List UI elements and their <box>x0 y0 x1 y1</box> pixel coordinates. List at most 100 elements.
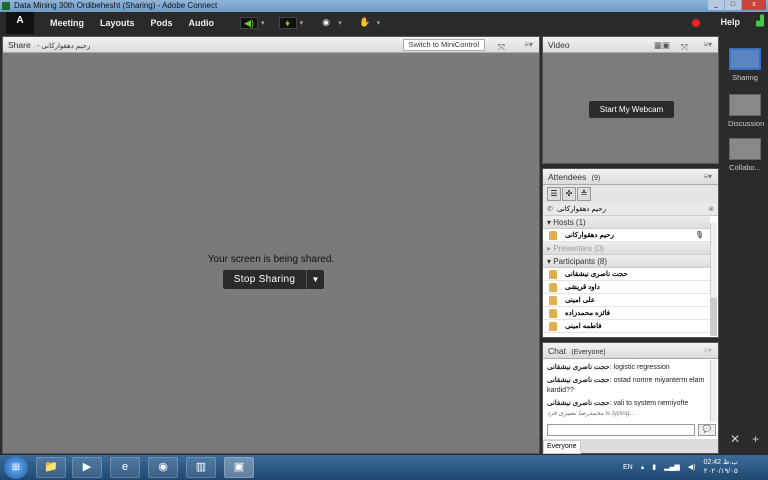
presenters-group[interactable]: ▸ Presenters (0) <box>543 242 710 255</box>
share-pod: Share - رحیم دهقوارکانی Switch to MiniCo… <box>2 36 540 454</box>
attendees-scrollbar[interactable] <box>710 223 717 336</box>
chevron-down-icon[interactable]: ▼ <box>306 270 324 289</box>
network-icon[interactable]: ▮ <box>652 463 656 471</box>
typing-indicator: محمدرضا نصیری فرد is typing... <box>547 410 635 417</box>
stop-sharing-button[interactable]: Stop Sharing ▼ <box>223 270 324 289</box>
maximize-button[interactable]: □ <box>725 0 741 10</box>
menu-pods[interactable]: Pods <box>151 18 173 28</box>
attendees-count: (9) <box>591 175 601 182</box>
my-name: رحیم دهقوارکانی <box>557 206 606 213</box>
window-titlebar: Data Mining 30th Ordibehesht (Sharing) -… <box>0 0 768 12</box>
attendee-row[interactable]: علی امینی <box>543 294 710 307</box>
help-menu[interactable]: Help <box>720 17 740 27</box>
internet-explorer-taskbar-icon[interactable]: e <box>110 457 140 478</box>
minimize-button[interactable]: _ <box>708 0 724 10</box>
add-layout-icon[interactable]: + <box>752 432 759 446</box>
start-webcam-button[interactable]: Start My Webcam <box>589 101 674 118</box>
chat-sender: حجت ناصری نیشقانی <box>547 377 610 384</box>
user-icon <box>549 322 557 331</box>
microphone-icon: 🎙 <box>695 232 704 239</box>
attendee-row[interactable]: رحیم دهقوارکانی 🎙 <box>543 229 710 242</box>
adobe-connect-taskbar-icon[interactable]: ▣ <box>224 457 254 478</box>
status-view-icon[interactable]: ≛ <box>577 187 591 201</box>
menu-meeting[interactable]: Meeting <box>50 18 84 28</box>
stop-sharing-label[interactable]: Stop Sharing <box>223 270 306 289</box>
pod-menu-icon[interactable]: ≡▾ <box>524 37 533 53</box>
start-button[interactable]: ⊞ <box>4 456 28 479</box>
menu-layouts[interactable]: Layouts <box>100 18 135 28</box>
layout-thumbnail <box>729 94 761 116</box>
chevron-down-icon[interactable]: ▾ <box>300 19 304 27</box>
participants-label: Participants (8) <box>553 257 608 266</box>
switch-to-minicontrol-button[interactable]: Switch to MiniControl <box>402 39 485 51</box>
hosts-group[interactable]: ▾ Hosts (1) <box>543 216 710 229</box>
layout-discussion[interactable]: Discussion <box>728 94 764 128</box>
speaker-icon: ◀) <box>240 17 259 29</box>
webcam-button[interactable]: ◉ ▾ <box>317 17 342 29</box>
speaker-button[interactable]: ◀) ▾ <box>240 17 265 29</box>
recording-indicator-icon[interactable] <box>692 19 700 27</box>
layouts-bar: Sharing Discussion Collabo... ✕ + <box>722 36 768 454</box>
pod-menu-icon[interactable]: ≡▾ <box>703 37 712 53</box>
chevron-down-icon[interactable]: ▾ <box>377 19 381 27</box>
fullscreen-icon[interactable]: ⤧ <box>498 39 505 55</box>
attendees-pod-title: Attendees <box>548 172 587 182</box>
participants-group[interactable]: ▾ Participants (8) <box>543 255 710 268</box>
fullscreen-icon[interactable]: ⤧ <box>681 39 688 55</box>
attendees-pod: Attendees (9) ≡▾ ☰ ✣ ≛ ✆ رحیم دهقوارکانی… <box>542 168 719 338</box>
volume-icon[interactable]: ◀) <box>688 463 696 471</box>
microphone-icon: ♦ <box>278 17 297 29</box>
chat-pod-title: Chat <box>548 346 566 356</box>
chat-text: : vali to system nemiyofte <box>609 400 689 407</box>
attendee-name: علی امینی <box>565 297 596 304</box>
clock[interactable]: 02:42 ب.ظ ۲۰۲۰/۱۹/۰۵ <box>704 458 738 476</box>
signal-icon[interactable]: ▂▄▆ <box>664 463 680 471</box>
list-view-icon[interactable]: ☰ <box>547 187 561 201</box>
microphone-button[interactable]: ♦ ▾ <box>278 17 304 29</box>
window-title: Data Mining 30th Ordibehesht (Sharing) -… <box>14 1 218 10</box>
user-icon <box>549 296 557 305</box>
manage-layouts-icon[interactable]: ✕ <box>730 432 740 446</box>
chat-message: حجت ناصری نیشقانی: logistic regression <box>547 363 705 373</box>
layout-sharing[interactable]: Sharing <box>728 48 762 82</box>
language-indicator[interactable]: EN <box>623 464 633 471</box>
layout-collaboration[interactable]: Collabo... <box>728 138 762 172</box>
chat-sender: حجت ناصری نیشقانی <box>547 400 610 407</box>
system-tray: EN ▴ ▮ ▂▄▆ ◀) 02:42 ب.ظ ۲۰۲۰/۱۹/۰۵ <box>623 458 738 476</box>
chat-message: حجت ناصری نیشقانی: vali to system nemiyo… <box>547 399 705 409</box>
send-message-button[interactable]: 💬 <box>698 424 716 436</box>
hosts-label: Hosts (1) <box>553 218 586 227</box>
chevron-down-icon[interactable]: ▾ <box>261 19 265 27</box>
attendee-row[interactable]: داود قریشی <box>543 281 710 294</box>
pod-menu-icon[interactable]: ≡▾ <box>703 343 712 359</box>
clear-status-icon[interactable]: ⊗ <box>708 203 714 216</box>
chat-text: : logistic regression <box>609 364 670 371</box>
attendee-name: فائزه محمدزاده <box>565 310 611 317</box>
chat-scrollbar[interactable] <box>710 360 717 422</box>
breakout-view-icon[interactable]: ✣ <box>562 187 576 201</box>
user-icon <box>549 270 557 279</box>
chat-messages: حجت ناصری نیشقانی: logistic regression ح… <box>543 360 709 422</box>
grid-view-icon[interactable]: ▦▣ <box>654 37 670 53</box>
user-icon <box>549 309 557 318</box>
menu-audio[interactable]: Audio <box>189 18 215 28</box>
attendee-row[interactable]: حجت ناصری نیشقانی <box>543 268 710 281</box>
pod-menu-icon[interactable]: ≡▾ <box>703 169 712 185</box>
taskbar: ⊞ 📁 ▶ e ◉ ▥ ▣ EN ▴ ▮ ▂▄▆ ◀) 02:42 ب.ظ ۲۰۲… <box>0 455 768 480</box>
explorer-taskbar-icon[interactable]: 📁 <box>36 457 66 478</box>
chat-sender: حجت ناصری نیشقانی <box>547 364 610 371</box>
share-presenter: - رحیم دهقوارکانی <box>37 43 91 50</box>
chat-input[interactable] <box>547 424 695 436</box>
chevron-down-icon[interactable]: ▾ <box>338 19 342 27</box>
media-player-taskbar-icon[interactable]: ▶ <box>72 457 102 478</box>
chat-tab-everyone[interactable]: Everyone <box>543 440 581 454</box>
video-pod-title: Video <box>548 40 570 50</box>
close-button[interactable]: x <box>742 0 766 10</box>
attendee-row[interactable]: فاطمه امینی <box>543 320 710 333</box>
raise-hand-button[interactable]: ✋ ▾ <box>356 17 381 29</box>
chrome-taskbar-icon[interactable]: ◉ <box>148 457 178 478</box>
app-taskbar-icon[interactable]: ▥ <box>186 457 216 478</box>
video-pod: Video ▦▣ ⤧ ≡▾ Start My Webcam <box>542 36 719 164</box>
attendee-row[interactable]: فائزه محمدزاده <box>543 307 710 320</box>
show-hidden-icons-icon[interactable]: ▴ <box>641 463 645 471</box>
